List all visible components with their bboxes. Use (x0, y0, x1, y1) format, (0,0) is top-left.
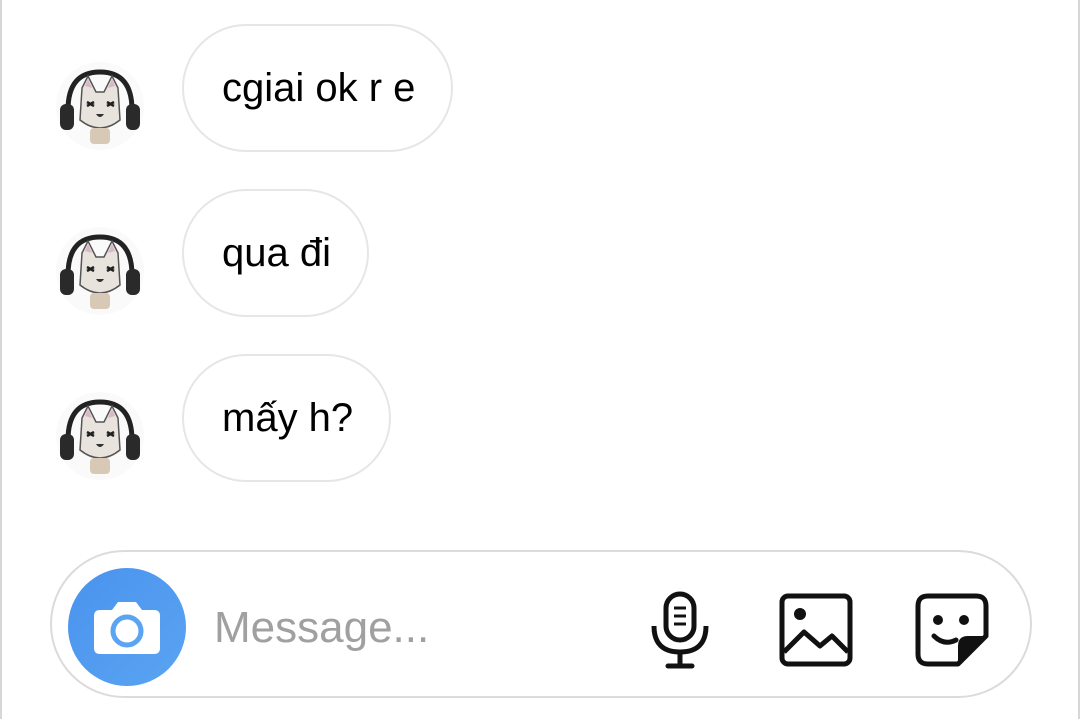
microphone-button[interactable] (640, 590, 720, 670)
message-row: qua đi (2, 189, 1080, 317)
message-row: mấy h? (2, 354, 1080, 482)
message-bubble[interactable]: qua đi (182, 189, 369, 317)
image-icon (779, 593, 853, 667)
message-row: cgiai ok r e (2, 24, 1080, 152)
message-composer: Message... (50, 550, 1032, 698)
message-bubble[interactable]: cgiai ok r e (182, 24, 454, 152)
avatar[interactable] (54, 225, 146, 317)
sticker-icon (915, 593, 989, 667)
avatar[interactable] (54, 390, 146, 482)
camera-icon (94, 602, 160, 654)
gallery-button[interactable] (776, 590, 856, 670)
chat-window: cgiai ok r e qua đi mấy h? Message... (0, 0, 1080, 719)
camera-button[interactable] (68, 568, 186, 686)
message-bubble[interactable]: mấy h? (182, 354, 392, 482)
sticker-button[interactable] (912, 590, 992, 670)
microphone-icon (651, 591, 709, 669)
avatar[interactable] (54, 60, 146, 152)
message-input[interactable]: Message... (214, 602, 429, 654)
